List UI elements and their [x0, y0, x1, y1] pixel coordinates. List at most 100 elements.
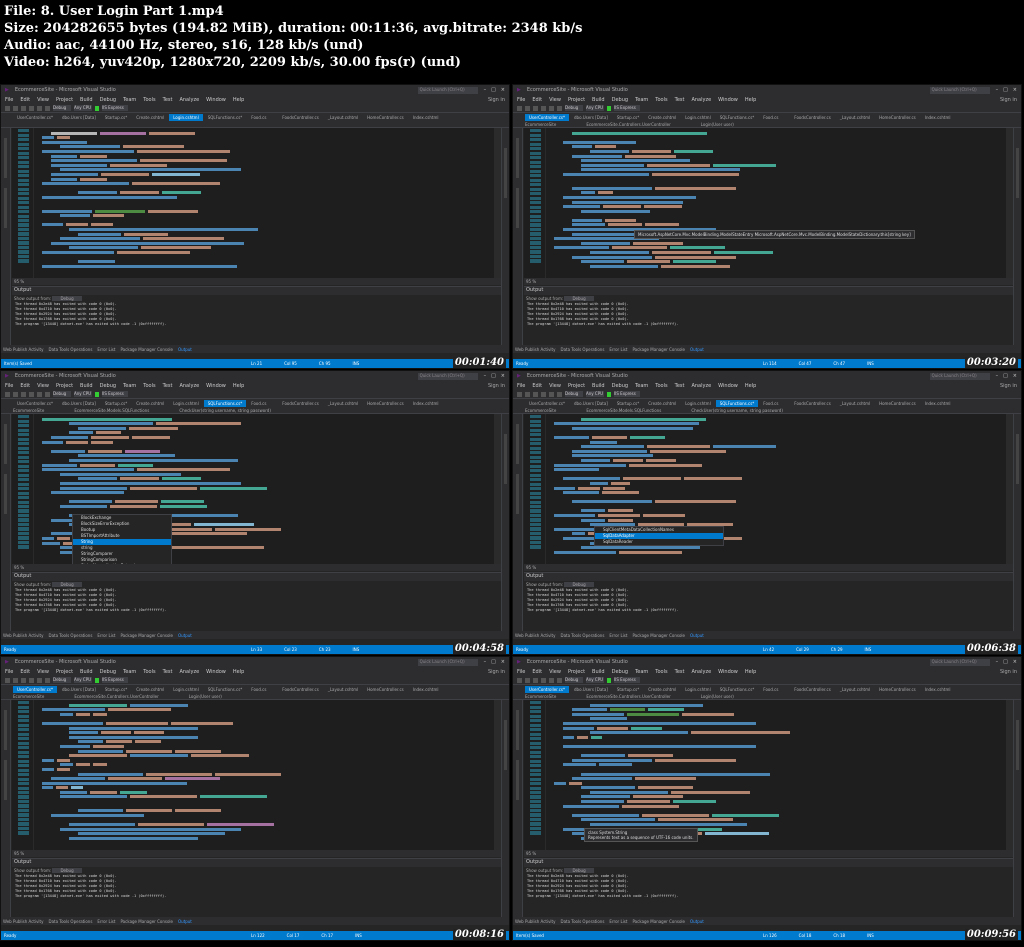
document-tab[interactable]: Login.cshtml	[169, 686, 202, 693]
document-tab[interactable]: SQLFunctions.cs*	[203, 400, 247, 407]
document-tab[interactable]: Create.cshtml	[644, 400, 680, 407]
menu-item[interactable]: File	[5, 669, 13, 675]
close-icon[interactable]: ×	[501, 87, 505, 93]
undo-icon[interactable]	[549, 677, 554, 683]
maximize-icon[interactable]: □	[491, 87, 496, 93]
document-tab[interactable]: UserController.cs*	[525, 400, 569, 407]
vertical-scrollbar[interactable]	[494, 414, 501, 564]
nav-dropdown[interactable]: EcommerceSite.Models.SQLFunctions	[74, 408, 149, 413]
sign-in-link[interactable]: Sign in	[1000, 383, 1017, 389]
minimize-icon[interactable]: –	[996, 373, 999, 379]
solution-explorer-tab[interactable]	[504, 434, 507, 484]
output-source-select[interactable]: Debug	[52, 582, 82, 587]
bottom-tab[interactable]: Package Manager Console	[120, 347, 173, 352]
document-tab[interactable]: Startup.cs*	[613, 114, 643, 121]
redo-icon[interactable]	[45, 677, 50, 683]
menu-item[interactable]: Help	[233, 97, 244, 103]
menu-item[interactable]: Team	[123, 97, 136, 103]
menu-item[interactable]: Build	[80, 669, 93, 675]
config-select[interactable]: Debug	[53, 105, 71, 111]
platform-select[interactable]: Any CPU	[74, 391, 92, 397]
document-tab[interactable]: Food.cs	[247, 686, 277, 693]
sign-in-link[interactable]: Sign in	[1000, 97, 1017, 103]
config-select[interactable]: Debug	[565, 391, 583, 397]
quick-launch-input[interactable]: Quick Launch (Ctrl+Q)	[417, 658, 478, 666]
document-tab[interactable]: Create.cshtml	[132, 686, 168, 693]
bottom-tab[interactable]: Error List	[97, 919, 115, 924]
bottom-tab[interactable]: Web Publish Activity	[3, 919, 43, 924]
sign-in-link[interactable]: Sign in	[488, 97, 505, 103]
menu-item[interactable]: Team	[635, 383, 648, 389]
toolbox-tab[interactable]	[4, 138, 7, 178]
solution-explorer-tab[interactable]	[1016, 148, 1019, 198]
back-icon[interactable]	[5, 105, 10, 111]
menu-item[interactable]: Project	[56, 383, 73, 389]
document-tab[interactable]: Food.cs	[759, 686, 789, 693]
menu-item[interactable]: Team	[123, 383, 136, 389]
menu-item[interactable]: Edit	[20, 97, 30, 103]
save-icon[interactable]	[533, 677, 538, 683]
menu-item[interactable]: Tools	[143, 669, 155, 675]
document-tab[interactable]: Index.cshtml	[409, 686, 443, 693]
document-tab[interactable]: Index.cshtml	[409, 400, 443, 407]
document-tab[interactable]: Startup.cs*	[101, 114, 131, 121]
menu-item[interactable]: Tools	[655, 669, 667, 675]
menu-item[interactable]: View	[37, 669, 49, 675]
document-tab[interactable]: HomeController.cs	[875, 114, 920, 121]
document-tab[interactable]: Login.cshtml	[681, 686, 714, 693]
close-icon[interactable]: ×	[1013, 373, 1017, 379]
menu-item[interactable]: Analyze	[691, 669, 711, 675]
minimize-icon[interactable]: –	[484, 87, 487, 93]
bottom-tab[interactable]: Output	[690, 347, 704, 352]
forward-icon[interactable]	[13, 677, 18, 683]
document-tab[interactable]: dbo.Users [Data]	[58, 686, 100, 693]
close-icon[interactable]: ×	[501, 659, 505, 665]
document-tab[interactable]: _Layout.cshtml	[836, 114, 874, 121]
undo-icon[interactable]	[37, 677, 42, 683]
zoom-level[interactable]: 95 %	[12, 278, 501, 285]
document-tab[interactable]: HomeController.cs	[875, 686, 920, 693]
menu-item[interactable]: Build	[592, 669, 605, 675]
document-tab[interactable]: UserController.cs*	[13, 400, 57, 407]
document-tab[interactable]: Index.cshtml	[921, 400, 955, 407]
menu-item[interactable]: Window	[718, 97, 738, 103]
menu-item[interactable]: Analyze	[179, 669, 199, 675]
zoom-level[interactable]: 95 %	[12, 564, 501, 571]
document-tab[interactable]: _Layout.cshtml	[324, 114, 362, 121]
bottom-tab[interactable]: Data Tools Operations	[560, 633, 604, 638]
menu-item[interactable]: Help	[233, 669, 244, 675]
bottom-tab[interactable]: Output	[690, 633, 704, 638]
menu-item[interactable]: View	[549, 669, 561, 675]
close-icon[interactable]: ×	[1013, 659, 1017, 665]
redo-icon[interactable]	[45, 105, 50, 111]
intellisense-list[interactable]: SqlClientMetaDataCollectionNames SqlDataA…	[594, 526, 724, 546]
nav-dropdown[interactable]: EcommerceSite	[525, 122, 556, 127]
run-icon[interactable]	[95, 677, 99, 683]
nav-dropdown[interactable]: CheckUser(string username, string passwo…	[179, 408, 271, 413]
menu-item[interactable]: View	[549, 383, 561, 389]
run-target-select[interactable]: IIS Express	[614, 391, 640, 397]
menu-item[interactable]: Debug	[100, 97, 116, 103]
document-tab[interactable]: HomeController.cs	[875, 400, 920, 407]
minimize-icon[interactable]: –	[484, 373, 487, 379]
bottom-tab[interactable]: Package Manager Console	[632, 633, 685, 638]
menu-item[interactable]: Edit	[20, 383, 30, 389]
sign-in-link[interactable]: Sign in	[488, 669, 505, 675]
menu-item[interactable]: Test	[675, 383, 685, 389]
code-editor[interactable]	[12, 128, 501, 278]
menu-item[interactable]: Test	[675, 97, 685, 103]
platform-select[interactable]: Any CPU	[74, 677, 92, 683]
back-icon[interactable]	[517, 391, 522, 397]
document-tab[interactable]: HomeController.cs	[363, 686, 408, 693]
nav-dropdown[interactable]: EcommerceSite	[13, 694, 44, 699]
document-tab[interactable]: Index.cshtml	[921, 686, 955, 693]
document-tab[interactable]: Login.cshtml	[169, 114, 203, 121]
document-tab[interactable]: Startup.cs*	[613, 400, 643, 407]
back-icon[interactable]	[517, 677, 522, 683]
maximize-icon[interactable]: □	[1003, 373, 1008, 379]
menu-item[interactable]: Project	[568, 383, 585, 389]
document-tab[interactable]: FoodsController.cs	[278, 114, 323, 121]
document-tab[interactable]: UserController.cs*	[13, 114, 57, 121]
run-target-select[interactable]: IIS Express	[102, 105, 128, 111]
forward-icon[interactable]	[525, 105, 530, 111]
